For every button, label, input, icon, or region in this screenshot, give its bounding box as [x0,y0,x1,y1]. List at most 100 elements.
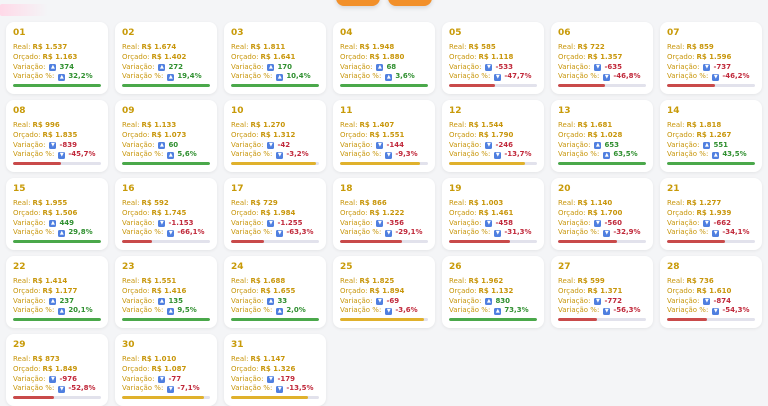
orcado-label: Orçado: [122,130,150,139]
day-card-15[interactable]: 15 Real: R$ 1.955 Orçado: R$ 1.506 Varia… [6,178,108,250]
day-card-06[interactable]: 06 Real: R$ 722 Orçado: R$ 1.357 Variaçã… [551,22,653,94]
real-label: Real: [558,277,576,285]
arrow-down-icon: ▼ [712,229,720,237]
day-card-05[interactable]: 05 Real: R$ 585 Orçado: R$ 1.118 Variaçã… [442,22,544,94]
day-card-20[interactable]: 20 Real: R$ 1.140 Orçado: R$ 1.700 Varia… [551,178,653,250]
day-card-19[interactable]: 19 Real: R$ 1.003 Orçado: R$ 1.461 Varia… [442,178,544,250]
real-label: Real: [558,121,576,129]
day-card-30[interactable]: 30 Real: R$ 1.010 Orçado: R$ 1.087 Varia… [115,334,217,406]
variacao-label: Variação: [231,296,264,305]
variacao-label: Variação: [558,296,591,305]
variacao-pct-value: 43,5% [722,150,747,159]
day-card-11[interactable]: 11 Real: R$ 1.407 Orçado: R$ 1.551 Varia… [333,100,435,172]
orcado-value: R$ 1.312 [260,130,296,139]
day-card-03[interactable]: 03 Real: R$ 1.811 Orçado: R$ 1.641 Varia… [224,22,326,94]
real-label: Real: [122,121,140,129]
day-card-04[interactable]: 04 Real: R$ 1.948 Orçado: R$ 1.880 Varia… [333,22,435,94]
variacao-pct-label: Variação %: [340,306,382,315]
orcado-label: Orçado: [122,208,150,217]
variacao-label: Variação: [558,218,591,227]
variacao-label: Variação: [340,62,373,71]
arrow-down-icon: ▼ [376,297,384,305]
progress-bar-fill [340,240,403,243]
real-row: Real: R$ 996 [13,121,101,131]
variacao-pct-value: -46,2% [722,72,750,81]
progress-bar-fill [667,84,715,87]
day-number: 30 [122,340,135,350]
real-value: R$ 866 [359,199,387,207]
real-label: Real: [449,43,467,51]
real-label: Real: [122,199,140,207]
orcado-value: R$ 1.461 [478,208,514,217]
variacao-pct-label: Variação %: [122,72,164,81]
variacao-label: Variação: [122,374,155,383]
orcado-row: Orçado: R$ 1.655 [231,287,319,297]
variacao-value: -179 [277,374,295,383]
day-card-12[interactable]: 12 Real: R$ 1.544 Orçado: R$ 1.790 Varia… [442,100,544,172]
day-card-18[interactable]: 18 Real: R$ 866 Orçado: R$ 1.222 Variaçã… [333,178,435,250]
day-card-10[interactable]: 10 Real: R$ 1.270 Orçado: R$ 1.312 Varia… [224,100,326,172]
day-card-23[interactable]: 23 Real: R$ 1.551 Orçado: R$ 1.416 Varia… [115,256,217,328]
arrow-down-icon: ▼ [594,219,602,227]
arrow-down-icon: ▼ [267,219,275,227]
orcado-value: R$ 1.880 [369,52,405,61]
progress-bar [449,84,537,87]
progress-bar-fill [449,84,495,87]
day-card-26[interactable]: 26 Real: R$ 1.962 Orçado: R$ 1.132 Varia… [442,256,544,328]
day-card-01[interactable]: 01 Real: R$ 1.537 Orçado: R$ 1.163 Varia… [6,22,108,94]
progress-bar-fill [231,240,264,243]
progress-bar-fill [231,396,308,399]
real-value: R$ 1.688 [250,277,286,285]
day-card-08[interactable]: 08 Real: R$ 996 Orçado: R$ 1.835 Variaçã… [6,100,108,172]
arrow-down-icon: ▼ [158,219,166,227]
real-label: Real: [13,355,31,363]
day-card-09[interactable]: 09 Real: R$ 1.133 Orçado: R$ 1.073 Varia… [115,100,217,172]
day-number: 25 [340,262,353,272]
variacao-pct-label: Variação %: [231,72,273,81]
variacao-row: Variação: ▼ -1.255 [231,219,319,229]
progress-bar-fill [449,162,525,165]
variacao-pct-value: -63,3% [286,228,314,237]
day-number: 15 [13,184,26,194]
day-card-07[interactable]: 07 Real: R$ 859 Orçado: R$ 1.596 Variaçã… [660,22,762,94]
real-value: R$ 873 [32,355,60,363]
real-row: Real: R$ 1.962 [449,277,537,287]
day-card-22[interactable]: 22 Real: R$ 1.414 Orçado: R$ 1.177 Varia… [6,256,108,328]
day-card-21[interactable]: 21 Real: R$ 1.277 Orçado: R$ 1.939 Varia… [660,178,762,250]
variacao-row: Variação: ▲ 449 [13,219,101,229]
day-number: 29 [13,340,26,350]
day-card-17[interactable]: 17 Real: R$ 729 Orçado: R$ 1.984 Variaçã… [224,178,326,250]
real-label: Real: [449,121,467,129]
day-card-29[interactable]: 29 Real: R$ 873 Orçado: R$ 1.849 Variaçã… [6,334,108,406]
orcado-label: Orçado: [231,52,259,61]
top-action-button-right[interactable] [388,0,432,6]
real-label: Real: [340,199,358,207]
day-card-16[interactable]: 16 Real: R$ 592 Orçado: R$ 1.745 Variaçã… [115,178,217,250]
real-label: Real: [231,43,249,51]
variacao-value: 33 [277,296,288,305]
variacao-pct-label: Variação %: [340,150,382,159]
variacao-pct-row: Variação %: ▼ -31,3% [449,228,537,238]
progress-bar-fill [13,318,101,321]
day-card-14[interactable]: 14 Real: R$ 1.818 Orçado: R$ 1.267 Varia… [660,100,762,172]
variacao-pct-value: 32,2% [68,72,93,81]
day-number: 12 [449,106,462,116]
day-card-31[interactable]: 31 Real: R$ 1.147 Orçado: R$ 1.326 Varia… [224,334,326,406]
variacao-label: Variação: [340,218,373,227]
day-card-24[interactable]: 24 Real: R$ 1.688 Orçado: R$ 1.655 Varia… [224,256,326,328]
orcado-label: Orçado: [558,52,586,61]
day-card-27[interactable]: 27 Real: R$ 599 Orçado: R$ 1.371 Variaçã… [551,256,653,328]
real-value: R$ 1.681 [577,121,613,129]
variacao-label: Variação: [667,218,700,227]
variacao-pct-label: Variação %: [13,72,55,81]
day-card-28[interactable]: 28 Real: R$ 736 Orçado: R$ 1.610 Variaçã… [660,256,762,328]
top-action-button-left[interactable] [336,0,380,6]
day-card-25[interactable]: 25 Real: R$ 1.825 Orçado: R$ 1.894 Varia… [333,256,435,328]
orcado-value: R$ 1.506 [42,208,78,217]
variacao-pct-label: Variação %: [231,228,273,237]
variacao-value: 68 [386,62,397,71]
day-card-02[interactable]: 02 Real: R$ 1.674 Orçado: R$ 1.402 Varia… [115,22,217,94]
day-card-13[interactable]: 13 Real: R$ 1.681 Orçado: R$ 1.028 Varia… [551,100,653,172]
progress-bar-fill [122,396,204,399]
variacao-pct-row: Variação %: ▼ -46,2% [667,72,755,82]
